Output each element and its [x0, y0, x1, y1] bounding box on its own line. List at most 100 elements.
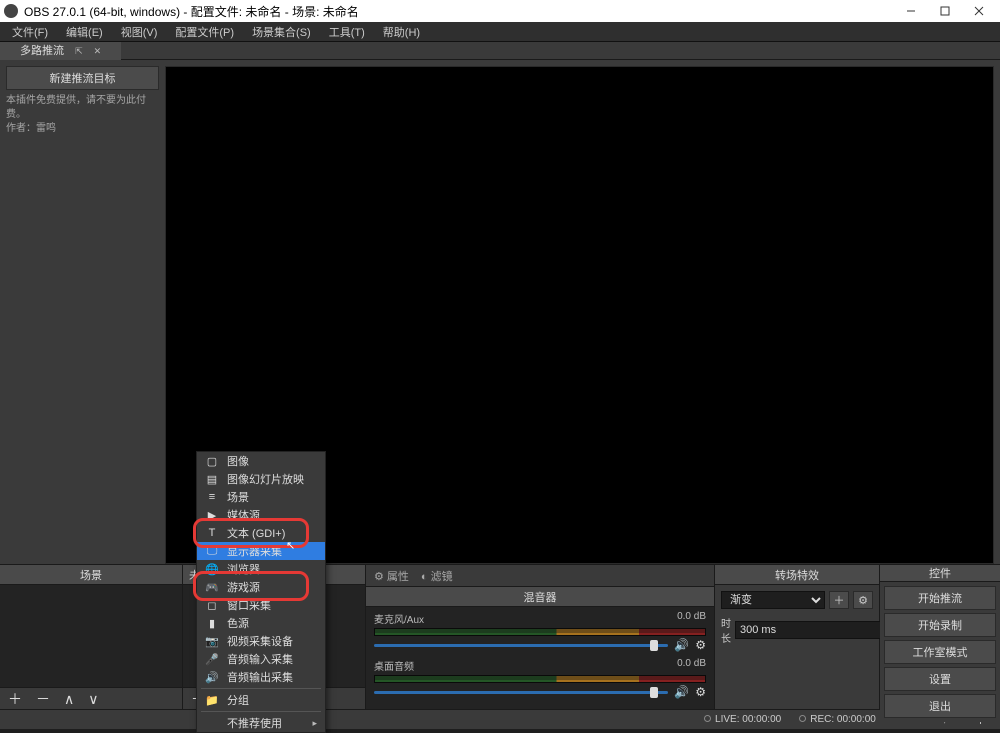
- ctx-item-color-source[interactable]: ▮ 色源: [197, 614, 325, 632]
- ctx-item-image[interactable]: ▢ 图像: [197, 452, 325, 470]
- menu-file[interactable]: 文件(F): [4, 22, 56, 42]
- menu-scenes[interactable]: 场景集合(S): [244, 22, 319, 42]
- ctx-label: 音频输入采集: [227, 651, 293, 667]
- mixer-properties-button[interactable]: ⚙ 属性: [374, 568, 409, 584]
- ctx-item-group[interactable]: 📁 分组: [197, 691, 325, 709]
- color-icon: ▮: [205, 617, 219, 630]
- ctx-separator: [201, 711, 321, 712]
- plugin-author-note: 本插件免费提供，请不要为此付费。 作者：雷鸣: [6, 94, 159, 136]
- start-streaming-button[interactable]: 开始推流: [884, 586, 996, 610]
- ctx-item-deprecated[interactable]: 不推荐使用: [197, 714, 325, 732]
- mixer-volume-slider[interactable]: [374, 691, 668, 694]
- controls-dock: 控件 开始推流 开始录制 工作室模式 设置 退出: [880, 565, 1000, 709]
- transition-add-button[interactable]: ＋: [829, 591, 849, 609]
- ctx-item-scene[interactable]: ≡场景: [197, 488, 325, 506]
- transition-duration-label: 时长: [721, 615, 731, 645]
- add-source-context-menu: ▢图像 ▤图像幻灯片放映 ≡场景 ▶媒体源 T文本 (GDI+) 🖵显示器采集 …: [196, 451, 326, 733]
- ctx-label: 音频输出采集: [227, 669, 293, 685]
- ctx-label: 色源: [227, 615, 249, 631]
- ctx-label: 游戏源: [227, 579, 260, 595]
- slideshow-icon: ▤: [205, 473, 219, 486]
- scene-remove-button[interactable]: －: [32, 692, 54, 706]
- menu-view[interactable]: 视图(V): [113, 22, 166, 42]
- ctx-item-audio-output[interactable]: 🔊 音频输出采集: [197, 668, 325, 686]
- undock-icon[interactable]: ⇱: [75, 46, 83, 56]
- mixer-meter: [374, 628, 706, 636]
- transition-duration-input[interactable]: [735, 621, 887, 639]
- exit-button[interactable]: 退出: [884, 694, 996, 718]
- ctx-label: 浏览器: [227, 561, 260, 577]
- ctx-label: 文本 (GDI+): [227, 525, 285, 541]
- ctx-label: 媒体源: [227, 507, 260, 523]
- mixer-channel-name: 麦克风/Aux: [374, 611, 424, 626]
- browser-icon: 🌐: [205, 563, 219, 576]
- mixer-volume-slider[interactable]: [374, 644, 668, 647]
- multistream-dock-tab-label: 多路推流: [20, 45, 64, 57]
- ctx-label: 分组: [227, 692, 249, 708]
- window-maximize-button[interactable]: [928, 0, 962, 22]
- window-minimize-button[interactable]: [894, 0, 928, 22]
- ctx-item-media[interactable]: ▶ 媒体源: [197, 506, 325, 524]
- video-dev-icon: 📷: [205, 635, 219, 648]
- mixer-filters-button[interactable]: ◐ 滤镜: [421, 568, 453, 584]
- mixer-dock: ⚙ 属性 ◐ 滤镜 混音器 麦克风/Aux 0.0 dB 🔊 ⚙ 桌面音频: [366, 565, 715, 709]
- audio-out-icon: 🔊: [205, 671, 219, 684]
- start-recording-button[interactable]: 开始录制: [884, 613, 996, 637]
- ctx-label: 场景: [227, 489, 249, 505]
- studio-mode-button[interactable]: 工作室模式: [884, 640, 996, 664]
- game-icon: 🎮: [205, 581, 219, 594]
- ctx-item-window-capture[interactable]: ◻窗口采集: [197, 596, 325, 614]
- transitions-dock-header: 转场特效: [715, 565, 879, 585]
- mixer-channel-mic: 麦克风/Aux 0.0 dB 🔊 ⚙: [374, 611, 706, 652]
- scene-add-button[interactable]: ＋: [4, 692, 26, 706]
- speaker-icon[interactable]: 🔊: [674, 638, 689, 652]
- media-icon: ▶: [205, 509, 219, 522]
- mixer-dock-header: 混音器: [366, 587, 714, 607]
- mixer-channel-db: 0.0 dB: [677, 611, 706, 626]
- mixer-toolbar: ⚙ 属性 ◐ 滤镜: [366, 565, 714, 587]
- menu-edit[interactable]: 编辑(E): [58, 22, 111, 42]
- ctx-item-display-capture[interactable]: 🖵显示器采集: [197, 542, 325, 560]
- scene-down-button[interactable]: ∨: [84, 692, 102, 706]
- settings-button[interactable]: 设置: [884, 667, 996, 691]
- audio-in-icon: 🎤: [205, 653, 219, 666]
- multistream-panel: 新建推流目标 本插件免费提供，请不要为此付费。 作者：雷鸣: [0, 60, 165, 564]
- ctx-label: 图像幻灯片放映: [227, 471, 304, 487]
- menu-help[interactable]: 帮助(H): [375, 22, 428, 42]
- scenes-dock: 场景 ＋ － ∧ ∨: [0, 565, 183, 709]
- multistream-dock-tab[interactable]: 多路推流 ⇱ ✕: [0, 42, 121, 60]
- transition-select[interactable]: 渐变: [721, 591, 825, 609]
- display-icon: 🖵: [205, 545, 219, 558]
- ctx-item-game[interactable]: 🎮 游戏源: [197, 578, 325, 596]
- menu-tools[interactable]: 工具(T): [321, 22, 373, 42]
- ctx-item-audio-input[interactable]: 🎤 音频输入采集: [197, 650, 325, 668]
- ctx-label: 图像: [227, 453, 249, 469]
- ctx-item-slideshow[interactable]: ▤ 图像幻灯片放映: [197, 470, 325, 488]
- image-icon: ▢: [205, 455, 219, 468]
- status-live: LIVE: 00:00:00: [704, 714, 781, 725]
- mixer-channel-desktop: 桌面音频 0.0 dB 🔊 ⚙: [374, 658, 706, 699]
- window-close-button[interactable]: [962, 0, 996, 22]
- app-icon: [4, 4, 18, 18]
- window-titlebar: OBS 27.0.1 (64-bit, windows) - 配置文件: 未命名…: [0, 0, 1000, 22]
- transition-settings-button[interactable]: ⚙: [853, 591, 873, 609]
- gear-icon[interactable]: ⚙: [695, 685, 706, 699]
- gear-icon[interactable]: ⚙: [695, 638, 706, 652]
- window-icon: ◻: [205, 599, 219, 612]
- mixer-filters-label: 滤镜: [431, 571, 453, 583]
- close-icon[interactable]: ✕: [94, 46, 102, 56]
- controls-dock-header: 控件: [880, 565, 1000, 582]
- mixer-channel-name: 桌面音频: [374, 658, 414, 673]
- mixer-meter: [374, 675, 706, 683]
- ctx-item-browser[interactable]: 🌐 浏览器: [197, 560, 325, 578]
- transitions-dock: 转场特效 渐变 ＋ ⚙ 时长 ▲▼ ⚙: [715, 565, 880, 709]
- scene-up-button[interactable]: ∧: [60, 692, 78, 706]
- folder-icon: 📁: [205, 694, 219, 707]
- menu-profile[interactable]: 配置文件(P): [167, 22, 242, 42]
- ctx-item-video-device[interactable]: 📷视频采集设备: [197, 632, 325, 650]
- ctx-item-text[interactable]: T 文本 (GDI+): [197, 524, 325, 542]
- text-icon: T: [205, 527, 219, 539]
- new-stream-target-button[interactable]: 新建推流目标: [6, 66, 159, 90]
- speaker-icon[interactable]: 🔊: [674, 685, 689, 699]
- scenes-list[interactable]: [0, 585, 182, 687]
